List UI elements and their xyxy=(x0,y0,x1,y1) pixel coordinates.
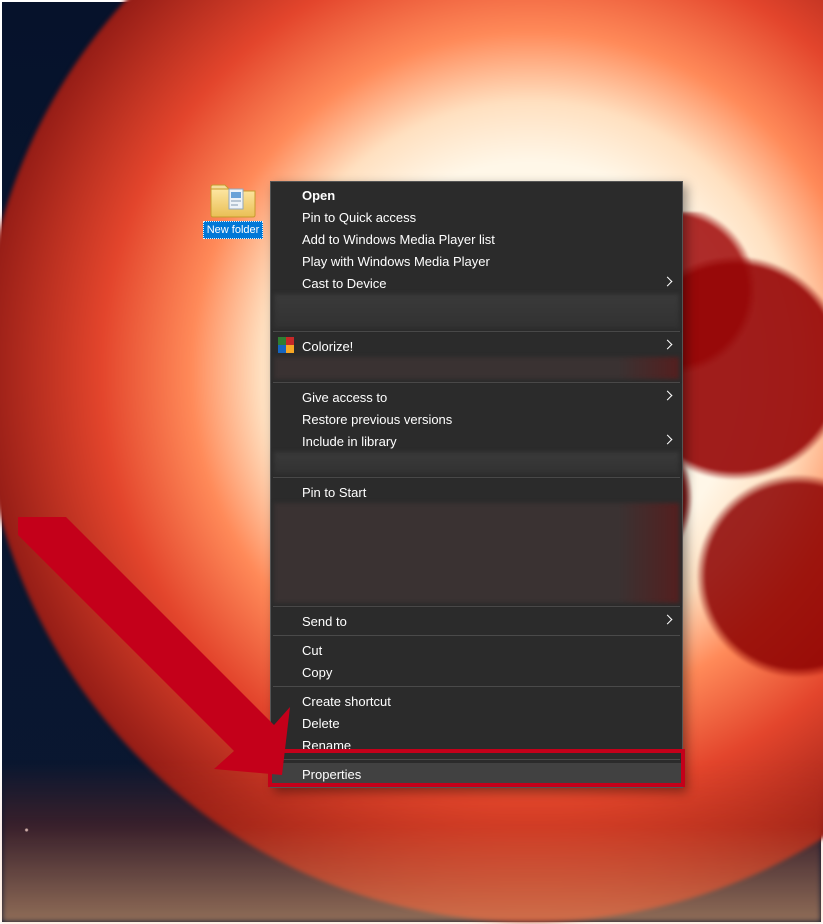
menu-play-wmp-label: Play with Windows Media Player xyxy=(302,254,490,269)
menu-pin-to-start-label: Pin to Start xyxy=(302,485,366,500)
menu-play-wmp[interactable]: Play with Windows Media Player xyxy=(272,250,681,272)
menu-properties[interactable]: Properties xyxy=(272,763,681,785)
menu-pin-quick-access[interactable]: Pin to Quick access xyxy=(272,206,681,228)
menu-pin-quick-access-label: Pin to Quick access xyxy=(302,210,416,225)
menu-separator xyxy=(273,686,680,687)
menu-separator xyxy=(273,759,680,760)
desktop[interactable]: New folder Open Pin to Quick access Add … xyxy=(0,0,823,924)
menu-redacted-block-3 xyxy=(274,452,679,474)
colorize-icon xyxy=(278,337,296,355)
menu-separator xyxy=(273,331,680,332)
menu-colorize[interactable]: Colorize! xyxy=(272,335,681,357)
menu-separator xyxy=(273,635,680,636)
menu-rename[interactable]: Rename xyxy=(272,734,681,756)
desktop-folder-icon[interactable]: New folder xyxy=(202,179,264,239)
menu-send-to-label: Send to xyxy=(302,614,347,629)
menu-cut[interactable]: Cut xyxy=(272,639,681,661)
menu-separator xyxy=(273,382,680,383)
menu-cast-to-device-label: Cast to Device xyxy=(302,276,387,291)
menu-give-access-to-label: Give access to xyxy=(302,390,387,405)
menu-create-shortcut-label: Create shortcut xyxy=(302,694,391,709)
folder-icon xyxy=(209,179,257,219)
menu-delete[interactable]: Delete xyxy=(272,712,681,734)
menu-add-wmp-list[interactable]: Add to Windows Media Player list xyxy=(272,228,681,250)
menu-redacted-block-2 xyxy=(274,357,679,379)
menu-redacted-block-4 xyxy=(274,503,679,603)
menu-open[interactable]: Open xyxy=(272,184,681,206)
desktop-folder-label[interactable]: New folder xyxy=(203,221,264,239)
menu-add-wmp-list-label: Add to Windows Media Player list xyxy=(302,232,495,247)
menu-create-shortcut[interactable]: Create shortcut xyxy=(272,690,681,712)
menu-cast-to-device[interactable]: Cast to Device xyxy=(272,272,681,294)
menu-send-to[interactable]: Send to xyxy=(272,610,681,632)
menu-include-in-library-label: Include in library xyxy=(302,434,397,449)
context-menu: Open Pin to Quick access Add to Windows … xyxy=(270,181,683,788)
menu-separator xyxy=(273,477,680,478)
menu-pin-to-start[interactable]: Pin to Start xyxy=(272,481,681,503)
menu-copy[interactable]: Copy xyxy=(272,661,681,683)
menu-properties-label: Properties xyxy=(302,767,361,782)
menu-redacted-block-1 xyxy=(274,294,679,328)
menu-separator xyxy=(273,606,680,607)
menu-rename-label: Rename xyxy=(302,738,351,753)
menu-open-label: Open xyxy=(302,188,335,203)
menu-restore-previous-label: Restore previous versions xyxy=(302,412,452,427)
menu-restore-previous[interactable]: Restore previous versions xyxy=(272,408,681,430)
menu-include-in-library[interactable]: Include in library xyxy=(272,430,681,452)
menu-cut-label: Cut xyxy=(302,643,322,658)
menu-copy-label: Copy xyxy=(302,665,332,680)
menu-delete-label: Delete xyxy=(302,716,340,731)
menu-colorize-label: Colorize! xyxy=(302,339,353,354)
menu-give-access-to[interactable]: Give access to xyxy=(272,386,681,408)
